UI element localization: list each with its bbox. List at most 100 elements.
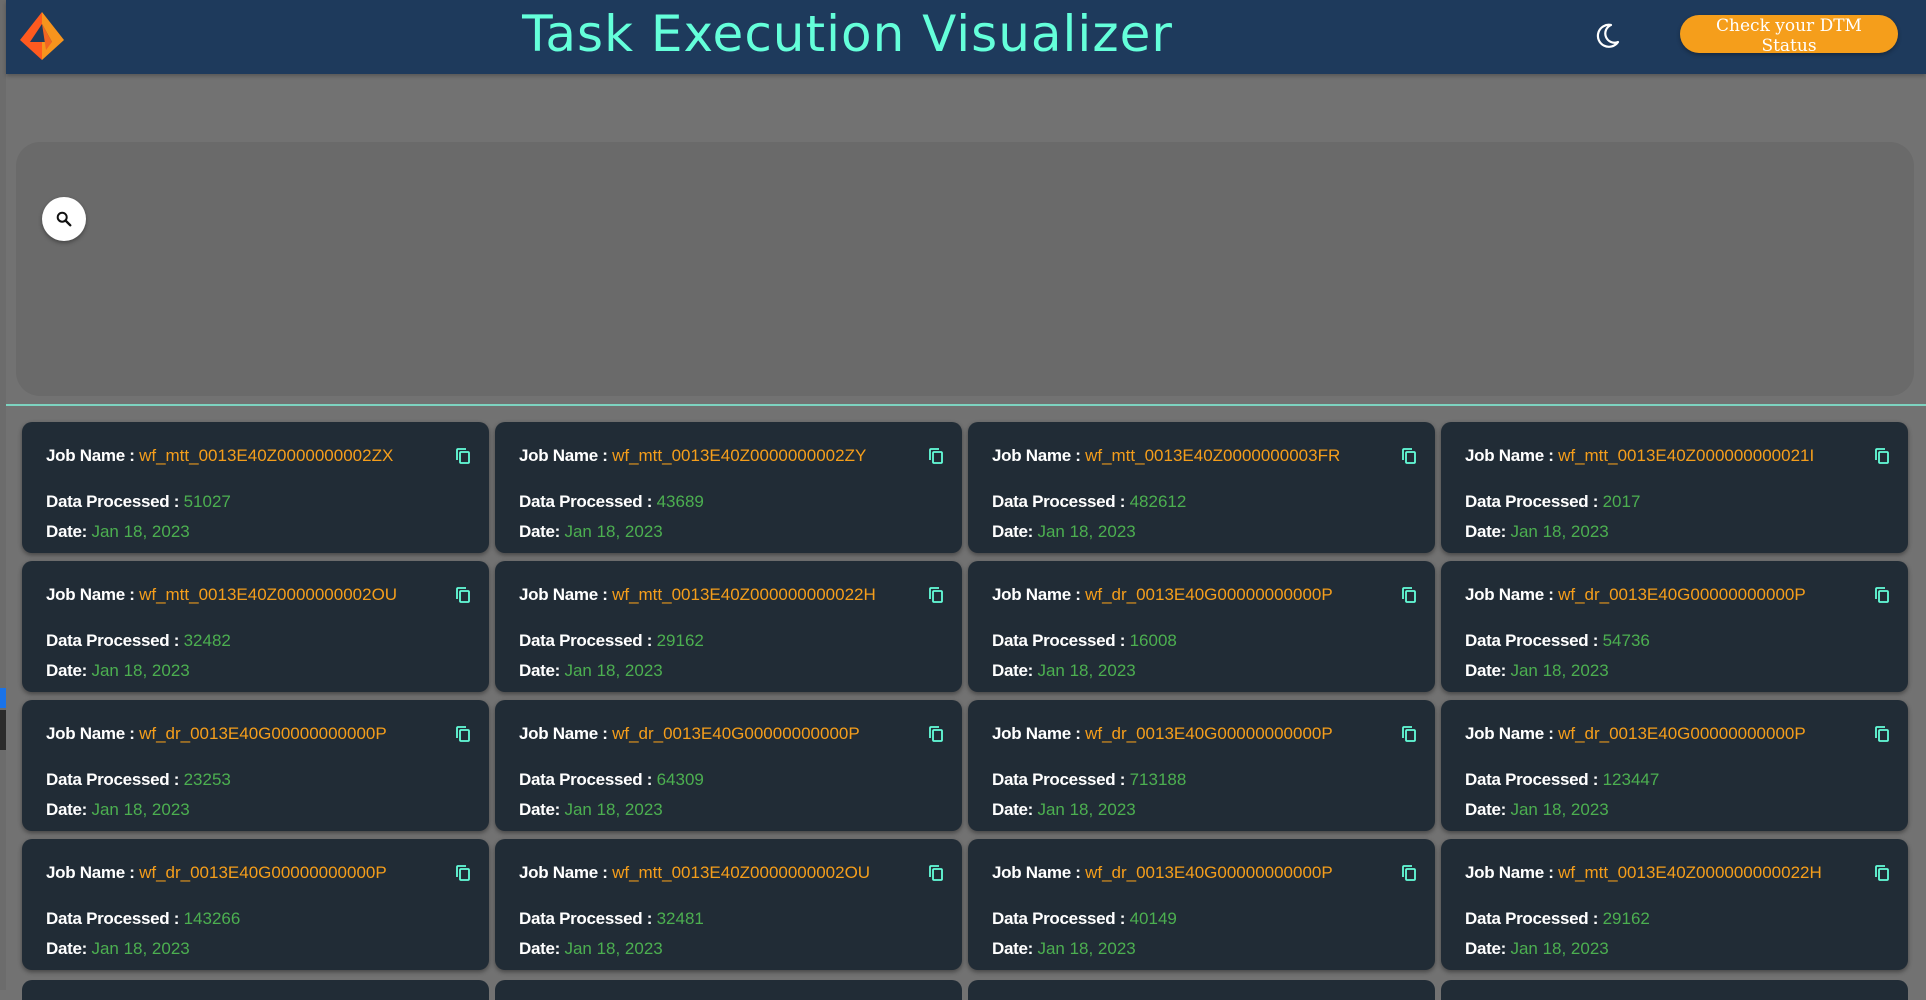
data-processed-label: Data Processed : — [992, 631, 1130, 650]
copy-button[interactable] — [453, 585, 473, 605]
job-card: Job Name : wf_dr_0013E40G00000000000P Da… — [968, 700, 1435, 831]
date-value: Jan 18, 2023 — [1510, 522, 1609, 541]
copy-button[interactable] — [453, 446, 473, 466]
job-card: Job Name : wf_dr_0013E40G00000000000P Da… — [1441, 561, 1908, 692]
copy-button[interactable] — [926, 863, 946, 883]
job-name-label: Job Name : — [519, 724, 613, 743]
date-value: Jan 18, 2023 — [564, 661, 663, 680]
date-value: Jan 18, 2023 — [91, 800, 190, 819]
check-dtm-status-button[interactable]: Check your DTM Status — [1680, 15, 1898, 56]
job-name-label: Job Name : — [992, 446, 1086, 465]
copy-icon — [1402, 587, 1416, 603]
copy-icon — [1402, 448, 1416, 464]
copy-button[interactable] — [926, 585, 946, 605]
data-processed-label: Data Processed : — [992, 770, 1130, 789]
app-header: Task Execution Visualizer Check your DTM… — [6, 0, 1926, 74]
data-processed-label: Data Processed : — [519, 770, 657, 789]
data-processed-value: 32481 — [656, 909, 704, 928]
job-name-label: Job Name : — [1465, 446, 1559, 465]
job-card — [495, 980, 962, 1000]
copy-button[interactable] — [926, 446, 946, 466]
date-value: Jan 18, 2023 — [1037, 939, 1136, 958]
date-label: Date: — [992, 522, 1038, 541]
data-processed-label: Data Processed : — [46, 909, 184, 928]
copy-icon — [929, 865, 943, 881]
data-processed-label: Data Processed : — [992, 909, 1130, 928]
copy-button[interactable] — [453, 724, 473, 744]
date-label: Date: — [992, 800, 1038, 819]
job-name-label: Job Name : — [46, 724, 140, 743]
job-card: Job Name : wf_mtt_0013E40Z0000000003FR D… — [968, 422, 1435, 553]
data-processed-value: 54736 — [1602, 631, 1650, 650]
date-value: Jan 18, 2023 — [564, 939, 663, 958]
copy-icon — [1875, 726, 1889, 742]
data-processed-value: 32482 — [183, 631, 231, 650]
date-value: Jan 18, 2023 — [1037, 522, 1136, 541]
section-divider — [6, 404, 1926, 406]
data-processed-value: 713188 — [1129, 770, 1187, 789]
job-name-label: Job Name : — [992, 724, 1086, 743]
date-label: Date: — [519, 800, 565, 819]
copy-icon — [456, 587, 470, 603]
date-value: Jan 18, 2023 — [1510, 661, 1609, 680]
job-name-value: wf_mtt_0013E40Z000000000022H — [1558, 863, 1822, 882]
job-card: Job Name : wf_mtt_0013E40Z0000000002OU D… — [22, 561, 489, 692]
data-processed-label: Data Processed : — [46, 770, 184, 789]
copy-icon — [929, 726, 943, 742]
job-card: Job Name : wf_mtt_0013E40Z0000000002OU D… — [495, 839, 962, 970]
job-card: Job Name : wf_mtt_0013E40Z000000000022H … — [1441, 839, 1908, 970]
edge-marker — [0, 688, 6, 708]
copy-icon — [929, 587, 943, 603]
job-name-value: wf_dr_0013E40G00000000000P — [139, 724, 387, 743]
job-card — [968, 980, 1435, 1000]
job-card: Job Name : wf_mtt_0013E40Z000000000022H … — [495, 561, 962, 692]
job-card — [1441, 980, 1908, 1000]
data-processed-value: 64309 — [656, 770, 704, 789]
date-label: Date: — [519, 522, 565, 541]
job-name-label: Job Name : — [46, 863, 140, 882]
data-processed-label: Data Processed : — [1465, 492, 1603, 511]
copy-button[interactable] — [1399, 585, 1419, 605]
data-processed-label: Data Processed : — [1465, 631, 1603, 650]
theme-toggle-button[interactable] — [1590, 17, 1626, 53]
data-processed-label: Data Processed : — [46, 492, 184, 511]
job-name-value: wf_mtt_0013E40Z0000000002ZX — [139, 446, 394, 465]
job-name-value: wf_dr_0013E40G00000000000P — [1085, 585, 1333, 604]
job-card — [22, 980, 489, 1000]
copy-button[interactable] — [1872, 446, 1892, 466]
job-card: Job Name : wf_dr_0013E40G00000000000P Da… — [1441, 700, 1908, 831]
date-value: Jan 18, 2023 — [564, 522, 663, 541]
job-name-label: Job Name : — [1465, 724, 1559, 743]
copy-button[interactable] — [1872, 863, 1892, 883]
date-value: Jan 18, 2023 — [564, 800, 663, 819]
job-card: Job Name : wf_dr_0013E40G00000000000P Da… — [968, 561, 1435, 692]
date-label: Date: — [46, 522, 92, 541]
job-card: Job Name : wf_dr_0013E40G00000000000P Da… — [495, 700, 962, 831]
search-panel — [16, 142, 1914, 396]
date-value: Jan 18, 2023 — [1510, 939, 1609, 958]
copy-button[interactable] — [1399, 724, 1419, 744]
copy-button[interactable] — [1399, 863, 1419, 883]
date-value: Jan 18, 2023 — [91, 661, 190, 680]
search-button[interactable] — [42, 197, 86, 241]
job-name-label: Job Name : — [992, 585, 1086, 604]
job-name-value: wf_dr_0013E40G00000000000P — [139, 863, 387, 882]
data-processed-value: 123447 — [1602, 770, 1660, 789]
copy-button[interactable] — [1872, 585, 1892, 605]
date-value: Jan 18, 2023 — [1510, 800, 1609, 819]
job-name-value: wf_dr_0013E40G00000000000P — [1558, 724, 1806, 743]
job-name-value: wf_mtt_0013E40Z0000000003FR — [1085, 446, 1341, 465]
copy-icon — [456, 448, 470, 464]
copy-button[interactable] — [1399, 446, 1419, 466]
job-name-value: wf_mtt_0013E40Z0000000002OU — [612, 863, 871, 882]
date-label: Date: — [519, 661, 565, 680]
date-label: Date: — [519, 939, 565, 958]
copy-button[interactable] — [926, 724, 946, 744]
copy-icon — [1402, 726, 1416, 742]
copy-icon — [1875, 865, 1889, 881]
date-label: Date: — [992, 939, 1038, 958]
data-processed-value: 29162 — [656, 631, 704, 650]
copy-button[interactable] — [453, 863, 473, 883]
copy-button[interactable] — [1872, 724, 1892, 744]
job-name-label: Job Name : — [519, 863, 613, 882]
